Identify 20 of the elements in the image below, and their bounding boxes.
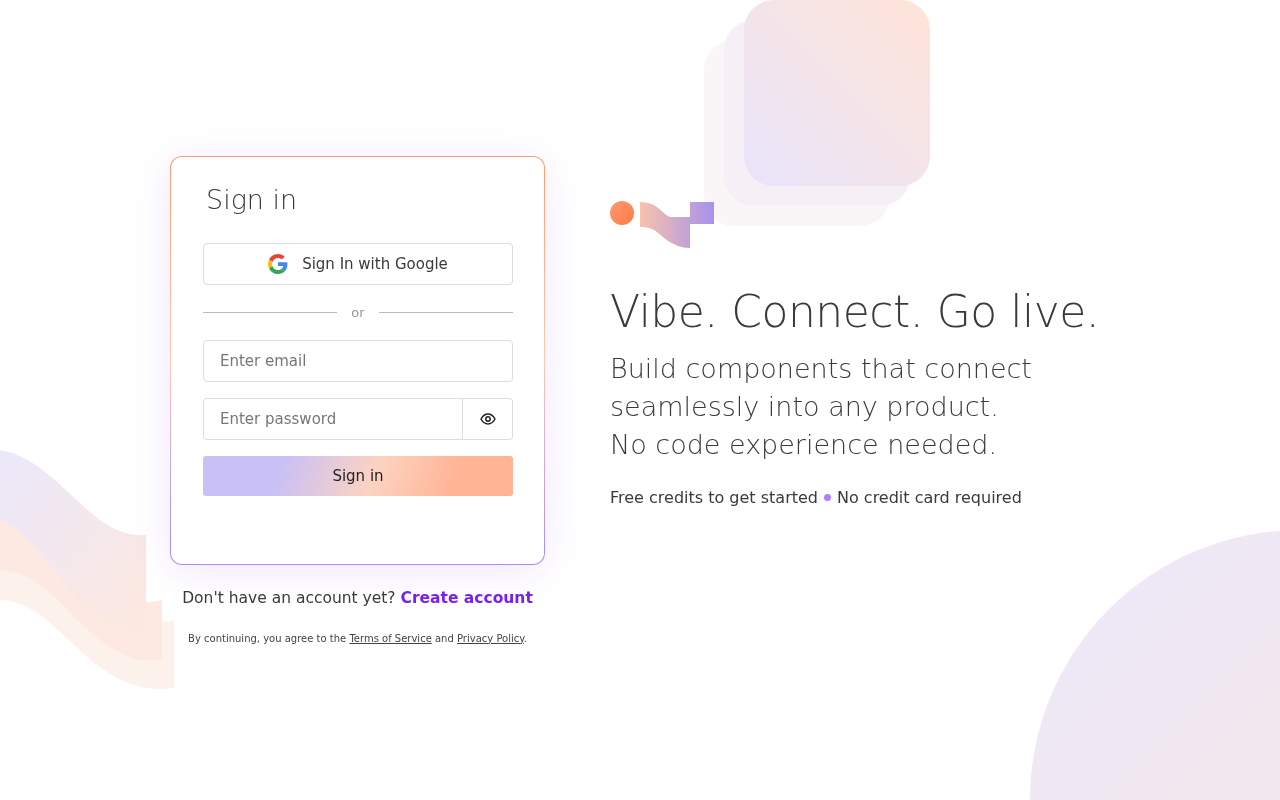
logo-icon: [610, 200, 716, 250]
legal-notice: By continuing, you agree to the Terms of Service and Privacy Policy.: [188, 632, 527, 644]
google-icon: [268, 254, 289, 274]
email-field[interactable]: Enter email: [203, 340, 513, 382]
feature-text: Free credits to get started: [610, 488, 818, 507]
feature-text: No credit card required: [837, 488, 1022, 507]
eye-icon: [479, 413, 496, 425]
create-account-link[interactable]: Create account: [400, 589, 533, 607]
divider-label: or: [351, 305, 365, 320]
password-field[interactable]: Enter password: [203, 398, 463, 440]
tagline: Build components that connect seamlessly into any product. No code experience needed.: [610, 352, 1033, 462]
bullet-icon: [824, 494, 831, 501]
sign-in-button[interactable]: Sign in: [203, 456, 513, 496]
privacy-link[interactable]: Privacy Policy: [457, 632, 524, 644]
headline: Vibe. Connect. Go live.: [610, 285, 1100, 339]
terms-link[interactable]: Terms of Service: [349, 632, 432, 644]
google-sign-in-button[interactable]: Sign In with Google: [203, 243, 513, 285]
card-title: Sign in: [206, 183, 299, 217]
sign-up-prompt: Don't have an account yet? Create account: [182, 589, 533, 607]
show-password-button[interactable]: [463, 398, 513, 440]
